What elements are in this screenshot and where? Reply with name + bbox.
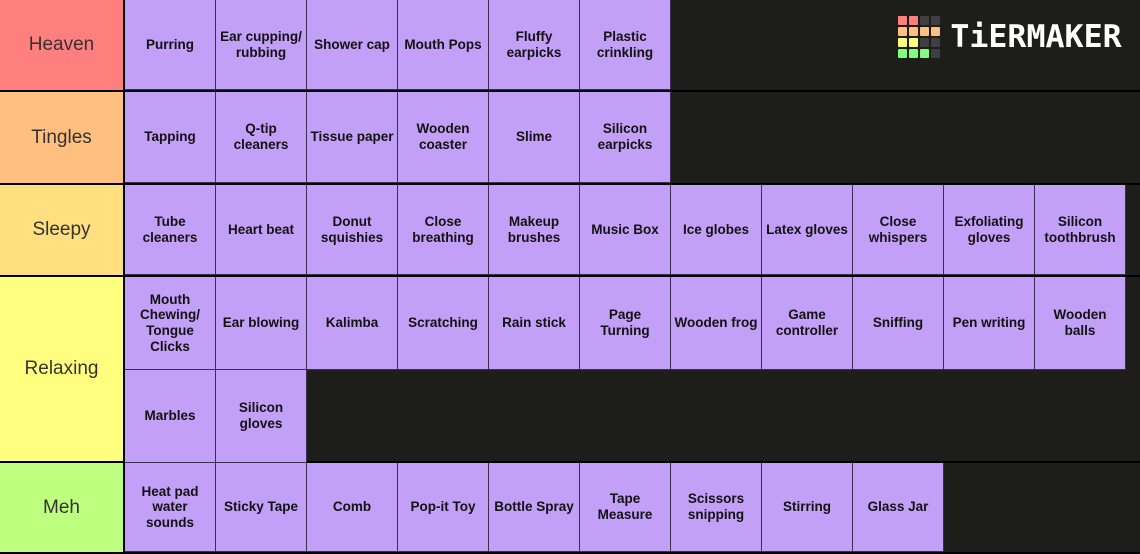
tier-item[interactable]: Wooden coaster	[398, 92, 489, 183]
tier-list-board: Heaven Purring Ear cupping/ rubbing Shower…	[0, 0, 1140, 554]
tier-items-relaxing[interactable]: Mouth Chewing/ Tongue Clicks Ear blowing K…	[125, 277, 1140, 463]
tier-item[interactable]: Scratching	[398, 277, 489, 370]
tier-item[interactable]: Game controller	[762, 277, 853, 370]
tier-items-meh[interactable]: Heat pad water sounds Sticky Tape Comb Pop-…	[125, 463, 1140, 552]
tier-item[interactable]: Shower cap	[307, 0, 398, 90]
tier-item[interactable]: Ear cupping/ rubbing	[216, 0, 307, 90]
tier-item[interactable]: Pen writing	[944, 277, 1035, 370]
tier-items-tingles[interactable]: Tapping Q-tip cleaners Tissue paper Wooden …	[125, 92, 1140, 183]
tier-item[interactable]: Tapping	[125, 92, 216, 183]
tier-item[interactable]: Plastic crinkling	[580, 0, 671, 90]
tier-item[interactable]: Page Turning	[580, 277, 671, 370]
tier-row-relaxing: Relaxing Mouth Chewing/ Tongue Clicks Ear…	[0, 277, 1140, 463]
tier-item[interactable]: Silicon earpicks	[580, 92, 671, 183]
tier-item[interactable]: Pop-it Toy	[398, 463, 489, 552]
tier-row-sleepy: Sleepy Tube cleaners Heart beat Donut squi…	[0, 185, 1140, 277]
tier-item[interactable]: Ice globes	[671, 185, 762, 275]
tier-label-meh[interactable]: Meh	[0, 463, 125, 552]
tier-label-heaven[interactable]: Heaven	[0, 0, 125, 90]
tier-row-heaven: Heaven Purring Ear cupping/ rubbing Shower…	[0, 0, 1140, 92]
tier-item[interactable]: Ear blowing	[216, 277, 307, 370]
tier-label-sleepy[interactable]: Sleepy	[0, 185, 125, 275]
tier-item[interactable]: Silicon gloves	[216, 370, 307, 463]
tier-item[interactable]: Glass Jar	[853, 463, 944, 552]
tier-item[interactable]: Tissue paper	[307, 92, 398, 183]
tier-item[interactable]: Silicon toothbrush	[1035, 185, 1126, 275]
tier-item[interactable]: Heat pad water sounds	[125, 463, 216, 552]
tier-items-sleepy[interactable]: Tube cleaners Heart beat Donut squishies Cl…	[125, 185, 1140, 275]
tier-item[interactable]: Tube cleaners	[125, 185, 216, 275]
tier-item[interactable]: Close whispers	[853, 185, 944, 275]
tier-item[interactable]: Rain stick	[489, 277, 580, 370]
tier-item[interactable]: Exfoliating gloves	[944, 185, 1035, 275]
tier-row-meh: Meh Heat pad water sounds Sticky Tape Comb…	[0, 463, 1140, 554]
tier-item[interactable]: Kalimba	[307, 277, 398, 370]
tier-item[interactable]: Purring	[125, 0, 216, 90]
tier-item[interactable]: Music Box	[580, 185, 671, 275]
tier-label-relaxing[interactable]: Relaxing	[0, 277, 125, 461]
tier-item[interactable]: Fluffy earpicks	[489, 0, 580, 90]
tier-item[interactable]: Slime	[489, 92, 580, 183]
tier-item[interactable]: Wooden frog	[671, 277, 762, 370]
tier-label-tingles[interactable]: Tingles	[0, 92, 125, 183]
tier-item[interactable]: Bottle Spray	[489, 463, 580, 552]
tier-item[interactable]: Donut squishies	[307, 185, 398, 275]
tier-item[interactable]: Q-tip cleaners	[216, 92, 307, 183]
tier-item[interactable]: Comb	[307, 463, 398, 552]
tier-item[interactable]: Wooden balls	[1035, 277, 1126, 370]
tier-item[interactable]: Stirring	[762, 463, 853, 552]
tier-item[interactable]: Mouth Chewing/ Tongue Clicks	[125, 277, 216, 370]
tier-item[interactable]: Close breathing	[398, 185, 489, 275]
tier-items-heaven[interactable]: Purring Ear cupping/ rubbing Shower cap Mou…	[125, 0, 1140, 90]
tier-item[interactable]: Scissors snipping	[671, 463, 762, 552]
tier-item[interactable]: Makeup brushes	[489, 185, 580, 275]
tier-item[interactable]: Heart beat	[216, 185, 307, 275]
tier-item[interactable]: Sniffing	[853, 277, 944, 370]
tier-row-tingles: Tingles Tapping Q-tip cleaners Tissue pape…	[0, 92, 1140, 185]
tier-item[interactable]: Sticky Tape	[216, 463, 307, 552]
tier-item[interactable]: Latex gloves	[762, 185, 853, 275]
tier-item[interactable]: Tape Measure	[580, 463, 671, 552]
tier-item[interactable]: Mouth Pops	[398, 0, 489, 90]
tier-item[interactable]: Marbles	[125, 370, 216, 463]
